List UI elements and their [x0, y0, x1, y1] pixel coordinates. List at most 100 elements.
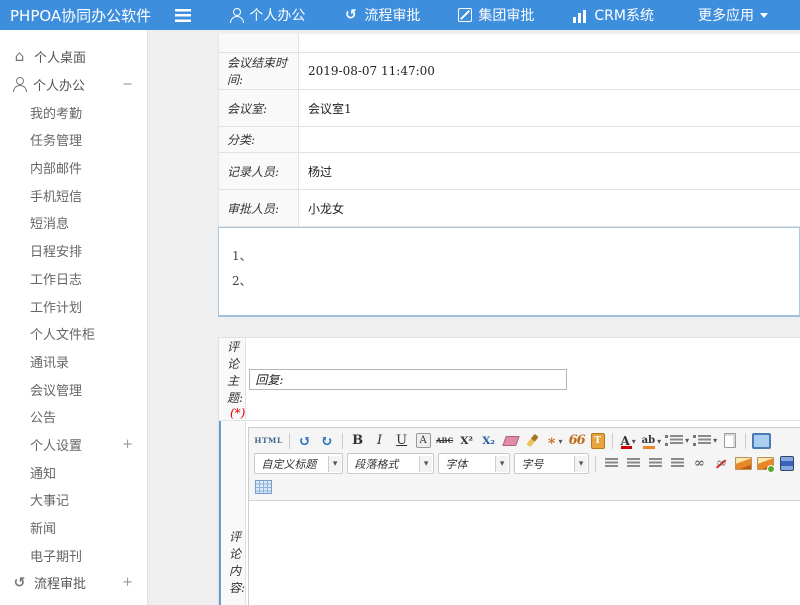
- sidebar-item-short-message[interactable]: 短消息: [0, 209, 147, 237]
- field-label: 会议室:: [219, 90, 299, 127]
- sidebar-item-label: 日程安排: [30, 241, 82, 260]
- autoformat-icon[interactable]: ∗: [545, 431, 565, 451]
- paragraph-select[interactable]: 段落格式: [347, 453, 434, 474]
- undo-icon[interactable]: ↺: [295, 431, 315, 451]
- sidebar-item-mobile-sms[interactable]: 手机短信: [0, 181, 147, 209]
- toolbar-divider: [745, 433, 746, 449]
- align-right-icon[interactable]: [645, 454, 665, 474]
- highlight-color-icon[interactable]: ab: [640, 431, 663, 451]
- nav-item-label: 集团审批: [478, 5, 534, 25]
- unlink-icon[interactable]: ∞: [711, 454, 731, 474]
- top-nav: 个人办公 流程审批 集团审批 CRM系统: [229, 5, 800, 25]
- font-size-select[interactable]: 字号: [514, 453, 589, 474]
- expand-toggle[interactable]: +: [122, 437, 133, 452]
- bold-icon[interactable]: B: [348, 431, 368, 451]
- field-label: 会议结束时间:: [219, 53, 299, 90]
- sidebar-item-workflow-approval[interactable]: 流程审批 +: [0, 569, 147, 597]
- sidebar-item-notification[interactable]: 通知: [0, 458, 147, 486]
- underline-icon[interactable]: U: [392, 431, 412, 451]
- toolbar-divider: [595, 456, 596, 472]
- main-layout: 个人桌面 个人办公 − 我的考勤 任务管理: [0, 30, 800, 605]
- menu-toggle-button[interactable]: [165, 9, 202, 22]
- meeting-notes-box[interactable]: 1、 2、: [218, 227, 800, 317]
- sidebar-item-label: 电子期刊: [30, 546, 82, 565]
- font-box-icon[interactable]: A: [416, 433, 431, 448]
- sidebar-item-personal-settings[interactable]: 个人设置 +: [0, 431, 147, 459]
- comment-content-label: 评论内容:: [219, 421, 246, 605]
- sidebar-item-e-journal[interactable]: 电子期刊: [0, 541, 147, 569]
- toolbar-divider: [289, 433, 290, 449]
- field-label: 审批人员:: [219, 190, 299, 227]
- sidebar-item-my-attendance[interactable]: 我的考勤: [0, 98, 147, 126]
- section-gap: [218, 317, 800, 337]
- network-image-icon[interactable]: [755, 454, 775, 474]
- nav-crm-system[interactable]: CRM系统: [572, 5, 660, 25]
- unordered-list-icon[interactable]: [692, 431, 718, 451]
- main-content: 会议结束时间: 2019-08-07 11:47:00 会议室: 会议室1 分类…: [148, 30, 800, 605]
- sidebar-item-task-management[interactable]: 任务管理: [0, 126, 147, 154]
- hamburger-icon: [175, 9, 191, 22]
- field-label: [219, 34, 299, 53]
- sidebar-item-news[interactable]: 新闻: [0, 514, 147, 542]
- heading-select[interactable]: 自定义标题: [254, 453, 343, 474]
- redo-icon[interactable]: ↻: [317, 431, 337, 451]
- italic-icon[interactable]: I: [370, 431, 390, 451]
- blockquote-icon[interactable]: 66: [567, 431, 587, 451]
- nav-workflow-approval[interactable]: 流程审批: [343, 5, 426, 25]
- sidebar-item-schedule[interactable]: 日程安排: [0, 237, 147, 265]
- sidebar-item-label: 工作计划: [30, 297, 82, 316]
- sidebar-item-work-log[interactable]: 工作日志: [0, 265, 147, 293]
- nav-item-label: 个人办公: [249, 5, 305, 25]
- paste-text-icon[interactable]: T: [591, 433, 605, 449]
- nav-group-approval[interactable]: 集团审批: [458, 5, 540, 25]
- new-page-icon[interactable]: [720, 431, 740, 451]
- expand-toggle[interactable]: +: [122, 575, 133, 590]
- strikethrough-icon[interactable]: ABC: [435, 431, 455, 451]
- toolbar-divider: [342, 433, 343, 449]
- comment-subject-input[interactable]: [249, 369, 567, 390]
- justify-icon[interactable]: [667, 454, 687, 474]
- toolbar-row-2: 自定义标题段落格式字体字号 ∞∞: [252, 452, 798, 475]
- eraser-icon[interactable]: [501, 431, 521, 451]
- sidebar-item-personal-file-cabinet[interactable]: 个人文件柜: [0, 320, 147, 348]
- html-source-button[interactable]: HTML: [253, 431, 283, 451]
- nav-item-label: CRM系统: [594, 5, 654, 25]
- field-value: 会议室1: [299, 90, 800, 127]
- sidebar-item-label: 大事记: [30, 490, 69, 509]
- workflow-icon: [12, 575, 27, 591]
- table-icon[interactable]: [253, 477, 273, 497]
- image-icon[interactable]: [733, 454, 753, 474]
- sidebar-item-label: 个人桌面: [34, 47, 86, 66]
- toolbar-row-3: [252, 475, 798, 498]
- sidebar-item-internal-mail[interactable]: 内部邮件: [0, 154, 147, 182]
- sidebar-item-personal-desktop[interactable]: 个人桌面: [0, 43, 147, 71]
- editor-content-area[interactable]: [249, 501, 800, 605]
- table-row: 审批人员: 小龙女: [219, 190, 800, 227]
- subscript-icon[interactable]: X₂: [479, 431, 499, 451]
- sidebar-item-personal-office[interactable]: 个人办公 −: [0, 71, 147, 99]
- note-line: 1、: [232, 244, 799, 269]
- sidebar-item-work-plan[interactable]: 工作计划: [0, 292, 147, 320]
- ordered-list-icon[interactable]: [664, 431, 690, 451]
- sidebar-item-contacts[interactable]: 通讯录: [0, 348, 147, 376]
- superscript-icon[interactable]: X²: [457, 431, 477, 451]
- expand-toggle[interactable]: −: [122, 77, 133, 92]
- fullscreen-icon[interactable]: [751, 431, 772, 451]
- sidebar-item-memorabilia[interactable]: 大事记: [0, 486, 147, 514]
- app-title: PHPOA协同办公软件: [0, 5, 165, 26]
- nav-more-apps[interactable]: 更多应用: [692, 5, 768, 25]
- sidebar-item-meeting-management[interactable]: 会议管理: [0, 375, 147, 403]
- media-icon[interactable]: [777, 454, 797, 474]
- person-icon: [229, 8, 243, 23]
- table-row: 会议结束时间: 2019-08-07 11:47:00: [219, 53, 800, 90]
- font-family-select[interactable]: 字体: [438, 453, 510, 474]
- link-icon[interactable]: ∞: [689, 454, 709, 474]
- table-row: 记录人员: 杨过: [219, 153, 800, 190]
- align-center-icon[interactable]: [623, 454, 643, 474]
- align-left-icon[interactable]: [601, 454, 621, 474]
- sidebar-item-announcement[interactable]: 公告: [0, 403, 147, 431]
- nav-personal-office[interactable]: 个人办公: [229, 5, 311, 25]
- clean-brush-icon[interactable]: [523, 431, 543, 451]
- workflow-icon: [343, 7, 358, 23]
- font-color-icon[interactable]: A: [618, 431, 638, 451]
